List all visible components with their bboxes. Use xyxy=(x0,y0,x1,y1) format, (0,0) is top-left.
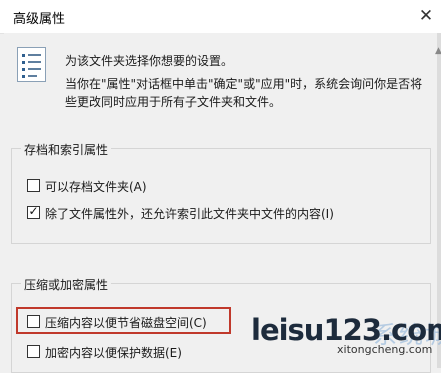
encrypt-checkbox[interactable] xyxy=(27,345,40,358)
window-title: 高级属性 xyxy=(13,12,66,27)
document-settings-icon xyxy=(17,47,46,82)
archive-index-group xyxy=(11,148,431,244)
index-checkbox[interactable]: ✓ xyxy=(27,204,40,219)
archive-checkbox[interactable] xyxy=(27,179,40,192)
compress-checkbox[interactable] xyxy=(27,315,40,328)
archive-group-label: 存档和索引属性 xyxy=(21,141,112,158)
index-option-label[interactable]: 除了文件属性外，还允许索引此文件夹中文件的内容(I) xyxy=(45,205,334,222)
checkmark-icon: ✓ xyxy=(28,204,39,218)
watermark-sub: xitongcheng.com xyxy=(337,343,433,356)
watermark-main: leisu123.com xyxy=(251,313,441,347)
intro-line-2: 当你在"属性"对话框中单击"确定"或"应用"时，系统会询问你是否将 xyxy=(65,77,423,91)
scroll-up-icon[interactable]: ▲ xyxy=(435,46,441,56)
compress-option-label[interactable]: 压缩内容以便节省磁盘空间(C) xyxy=(45,314,207,331)
intro-line-1: 为该文件夹选择你想要的设置。 xyxy=(65,54,234,68)
archive-option-label[interactable]: 可以存档文件夹(A) xyxy=(45,178,147,195)
intro-line-3: 些更改同时应用于所有子文件夹和文件。 xyxy=(65,95,282,109)
title-bar: 高级属性 ✕ xyxy=(0,0,441,34)
compress-group-label: 压缩或加密属性 xyxy=(21,276,112,293)
encrypt-option-label[interactable]: 加密内容以便保护数据(E) xyxy=(45,344,182,361)
close-icon[interactable]: ✕ xyxy=(416,6,436,26)
